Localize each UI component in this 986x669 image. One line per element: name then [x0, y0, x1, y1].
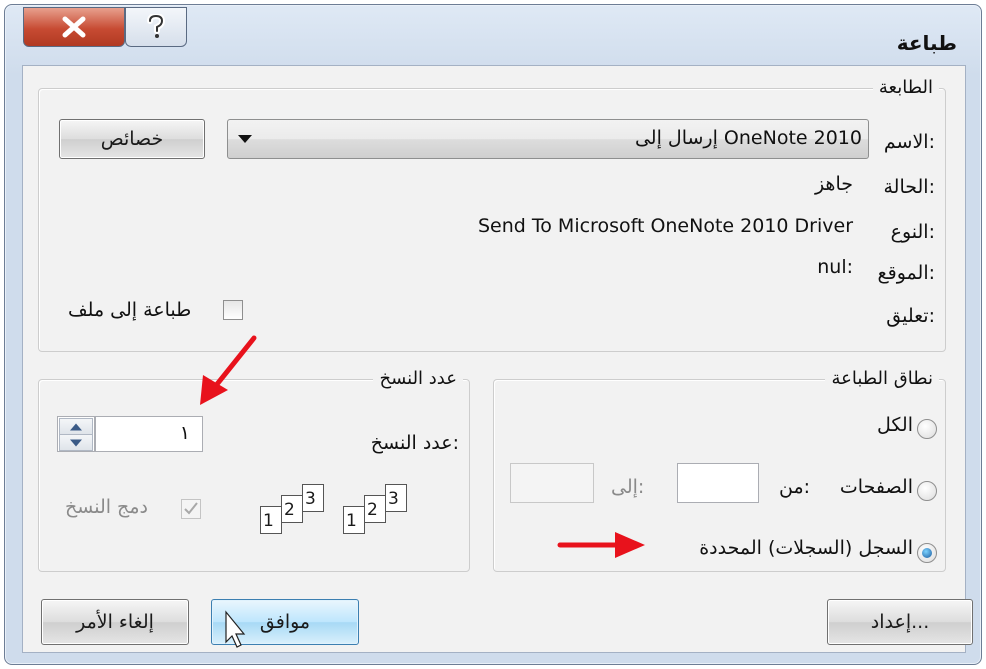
where-value: nul: [817, 256, 853, 278]
collate-page: 1 [343, 506, 365, 534]
copies-spinner [57, 416, 95, 452]
copies-count-label: عدد النسخ: [370, 432, 459, 454]
printer-name-label: الاسم: [883, 131, 935, 153]
range-pages-radio[interactable] [917, 481, 937, 501]
collate-page: 2 [364, 495, 386, 523]
close-icon [62, 16, 86, 38]
type-label: النوع: [890, 221, 935, 243]
collate-label: دمج النسخ [65, 496, 148, 518]
copies-group: عدد النسخ عدد النسخ: ١ 3 2 1 3 2 1 دمج ا… [38, 368, 470, 572]
collate-page: 3 [302, 484, 324, 512]
range-to-label: إلى: [611, 476, 645, 498]
where-label: الموقع: [877, 262, 935, 284]
ok-button-label: موافق [259, 611, 311, 633]
collate-checkbox[interactable] [181, 499, 201, 519]
range-all-radio[interactable] [917, 419, 937, 439]
printer-group: الطابعة الاسم: إرسال إلى OneNote 2010 خص… [38, 77, 946, 352]
cancel-button[interactable]: إلغاء الأمر [41, 599, 189, 645]
properties-button[interactable]: خصائص [59, 119, 205, 159]
print-dialog: طباعة الطابعة الاسم: إرسال إلى OneNote 2… [4, 4, 982, 665]
range-from-input[interactable] [677, 463, 759, 503]
window-title: طباعة [896, 31, 957, 55]
print-to-file-checkbox[interactable] [223, 300, 243, 320]
chevron-up-icon [70, 423, 82, 430]
setup-button[interactable]: إعداد... [827, 599, 973, 645]
ok-button[interactable]: موافق [211, 599, 359, 645]
chevron-down-icon [70, 439, 82, 446]
collate-illustration-2: 3 2 1 [260, 484, 340, 544]
printer-name-select[interactable]: إرسال إلى OneNote 2010 [227, 119, 869, 159]
range-selection-label: السجل (السجلات) المحددة [699, 537, 913, 559]
copies-count-value: ١ [179, 422, 190, 444]
spin-down-button[interactable] [59, 434, 93, 451]
print-range-group: نطاق الطباعة الكل الصفحات من: إلى: السجل… [493, 368, 946, 572]
help-icon [147, 14, 166, 38]
properties-button-label: خصائص [100, 128, 164, 150]
comment-label: تعليق: [886, 305, 935, 327]
spin-up-button[interactable] [59, 418, 93, 435]
printer-legend: الطابعة [872, 77, 939, 98]
help-button[interactable] [125, 7, 187, 47]
copies-count-input[interactable]: ١ [95, 416, 203, 452]
status-value: جاهز [814, 173, 853, 195]
collate-illustration-1: 3 2 1 [343, 484, 423, 544]
close-button[interactable] [23, 7, 125, 47]
range-pages-label: الصفحات [839, 476, 913, 498]
setup-button-label: إعداد... [870, 611, 930, 633]
printer-name-value: إرسال إلى OneNote 2010 [634, 127, 862, 149]
collate-page: 3 [385, 484, 407, 512]
type-value: Send To Microsoft OneNote 2010 Driver [478, 215, 853, 237]
range-all-label: الكل [877, 414, 913, 436]
checkmark-icon [184, 502, 198, 515]
range-to-input[interactable] [510, 463, 594, 503]
copies-legend: عدد النسخ [373, 368, 463, 389]
range-from-label: من: [779, 476, 811, 498]
title-bar: طباعة [5, 5, 981, 65]
collate-page: 2 [281, 495, 303, 523]
print-range-legend: نطاق الطباعة [825, 368, 939, 389]
collate-page: 1 [260, 506, 282, 534]
dialog-body: الطابعة الاسم: إرسال إلى OneNote 2010 خص… [22, 65, 973, 653]
dropdown-arrow-icon [238, 135, 252, 143]
range-selection-radio[interactable] [917, 543, 937, 563]
status-label: الحالة: [883, 176, 935, 198]
cancel-button-label: إلغاء الأمر [76, 611, 154, 633]
print-to-file-label: طباعة إلى ملف [68, 299, 192, 321]
